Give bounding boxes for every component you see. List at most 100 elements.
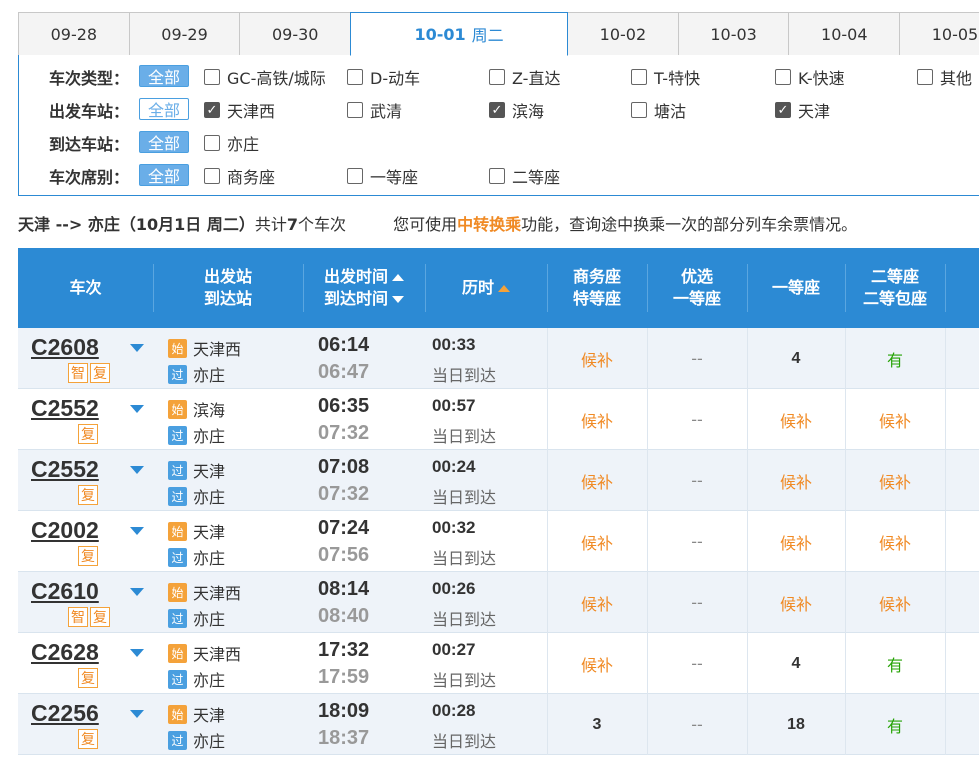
seat-business[interactable]: 候补 (547, 389, 647, 450)
transfer-link[interactable]: 中转换乘 (457, 215, 521, 234)
to-station: 过亦庄 (168, 484, 225, 508)
table-row: C2256 复 始天津过亦庄 18:09 18:37 00:28 当日到达 3 -- 18 有 (18, 694, 979, 755)
date-tab-0929[interactable]: 09-29 (128, 12, 241, 55)
date-tab-0928[interactable]: 09-28 (18, 12, 130, 55)
expand-caret-icon[interactable] (130, 588, 144, 596)
arrive-day: 当日到达 (432, 671, 497, 690)
duration: 00:27 (432, 640, 476, 659)
arrival-time: 18:37 (318, 727, 370, 749)
seat-business[interactable]: 候补 (547, 328, 647, 389)
option-gc[interactable]: GC-高铁/城际 (204, 65, 326, 89)
seat-business[interactable]: 候补 (547, 572, 647, 633)
option-second[interactable]: 二等座 (489, 164, 560, 188)
arrival-time: 17:59 (318, 666, 370, 688)
origin-badge-icon: 始 (168, 643, 187, 663)
option-tianjinxi[interactable]: ✓ 天津西 (204, 98, 275, 122)
sort-up-icon (498, 285, 510, 292)
expand-caret-icon[interactable] (130, 344, 144, 352)
filter-label-type: 车次类型： (49, 69, 130, 88)
table-row: C2628 复 始天津西过亦庄 17:32 17:59 00:27 当日到达 候补 -- 4 有 (18, 633, 979, 694)
train-number-link[interactable]: C2552 (31, 456, 99, 483)
filter-row-arrival: 到达车站： 全部 亦庄 (19, 123, 979, 156)
duration: 00:26 (432, 579, 476, 598)
option-first[interactable]: 一等座 (347, 164, 418, 188)
option-binhai[interactable]: ✓ 滨海 (489, 98, 544, 122)
seat-second[interactable]: 候补 (845, 450, 945, 511)
seat-second[interactable]: 有 (845, 694, 945, 755)
seat-first[interactable]: 候补 (747, 450, 845, 511)
expand-caret-icon[interactable] (130, 649, 144, 657)
option-label: 一等座 (370, 168, 419, 187)
date-tab-0930[interactable]: 09-30 (239, 12, 352, 55)
expand-caret-icon[interactable] (130, 527, 144, 535)
train-tags: 复 (78, 668, 98, 688)
option-tanggu[interactable]: 塘沽 (631, 98, 686, 122)
option-t[interactable]: T-特快 (631, 65, 700, 89)
date-tab-1005[interactable]: 10-05 (899, 12, 979, 55)
seat-first[interactable]: 18 (747, 694, 845, 755)
train-number-link[interactable]: C2608 (31, 334, 99, 361)
train-tags: 复 (78, 546, 98, 566)
date-tab-1003[interactable]: 10-03 (677, 12, 790, 55)
departure-time: 18:09 (318, 700, 370, 722)
checkbox-icon (489, 168, 505, 184)
option-k[interactable]: K-快速 (775, 65, 845, 89)
option-d[interactable]: D-动车 (347, 65, 420, 89)
option-z[interactable]: Z-直达 (489, 65, 560, 89)
seat-second[interactable]: 候补 (845, 389, 945, 450)
seat-business[interactable]: 候补 (547, 511, 647, 572)
duration: 00:32 (432, 518, 476, 537)
seat-first[interactable]: 候补 (747, 572, 845, 633)
seat-first[interactable]: 候补 (747, 511, 845, 572)
train-number-link[interactable]: C2610 (31, 578, 99, 605)
train-number-link[interactable]: C2552 (31, 395, 99, 422)
date-tab-1001[interactable]: 10-01 周二 (350, 12, 569, 56)
seat-business[interactable]: 候补 (547, 450, 647, 511)
from-station: 过天津 (168, 458, 225, 482)
seat-business[interactable]: 候补 (547, 633, 647, 694)
date-tab-1002[interactable]: 10-02 (567, 12, 679, 55)
arrive-day: 当日到达 (432, 488, 497, 507)
date-tab-1004[interactable]: 10-04 (788, 12, 901, 55)
cell-divider (945, 450, 946, 511)
seat-second[interactable]: 候补 (845, 511, 945, 572)
arrive-day: 当日到达 (432, 610, 497, 629)
seat-second[interactable]: 有 (845, 328, 945, 389)
expand-caret-icon[interactable] (130, 710, 144, 718)
option-wuqing[interactable]: 武清 (347, 98, 402, 122)
seat-second[interactable]: 有 (845, 633, 945, 694)
option-other[interactable]: 其他 (917, 65, 972, 89)
option-label: 其他 (940, 69, 973, 88)
option-yizhuang[interactable]: 亦庄 (204, 131, 259, 155)
checkbox-icon (631, 102, 647, 118)
all-button-departure[interactable]: 全部 (139, 98, 189, 120)
train-number-link[interactable]: C2002 (31, 517, 99, 544)
all-button-seat[interactable]: 全部 (139, 164, 189, 186)
seat-first[interactable]: 候补 (747, 389, 845, 450)
header-business-2: 特等座 (572, 289, 621, 308)
summary-count-prefix: 共计 (254, 215, 287, 234)
seat-business[interactable]: 3 (547, 694, 647, 755)
sort-departure-time[interactable]: 出发时间 (324, 266, 404, 288)
header-train: 车次 (18, 248, 153, 328)
sort-arrival-time[interactable]: 到达时间 (324, 288, 404, 310)
seat-first[interactable]: 4 (747, 328, 845, 389)
all-button-arrival[interactable]: 全部 (139, 131, 189, 153)
expand-caret-icon[interactable] (130, 466, 144, 474)
train-number-link[interactable]: C2628 (31, 639, 99, 666)
option-tianjin[interactable]: ✓ 天津 (775, 98, 830, 122)
seat-first[interactable]: 4 (747, 633, 845, 694)
train-tag: 复 (90, 363, 110, 383)
all-button-type[interactable]: 全部 (139, 65, 189, 87)
header-premium: 优选 一等座 (647, 248, 747, 328)
seat-second[interactable]: 候补 (845, 572, 945, 633)
arrival-time: 07:32 (318, 422, 370, 444)
sort-duration[interactable]: 历时 (425, 248, 547, 328)
option-business[interactable]: 商务座 (204, 164, 275, 188)
origin-badge-icon: 始 (168, 582, 187, 602)
to-station-name: 亦庄 (193, 366, 226, 385)
expand-caret-icon[interactable] (130, 405, 144, 413)
from-station: 始天津西 (168, 336, 241, 360)
header-premium-1: 优选 (680, 267, 713, 286)
train-number-link[interactable]: C2256 (31, 700, 99, 727)
